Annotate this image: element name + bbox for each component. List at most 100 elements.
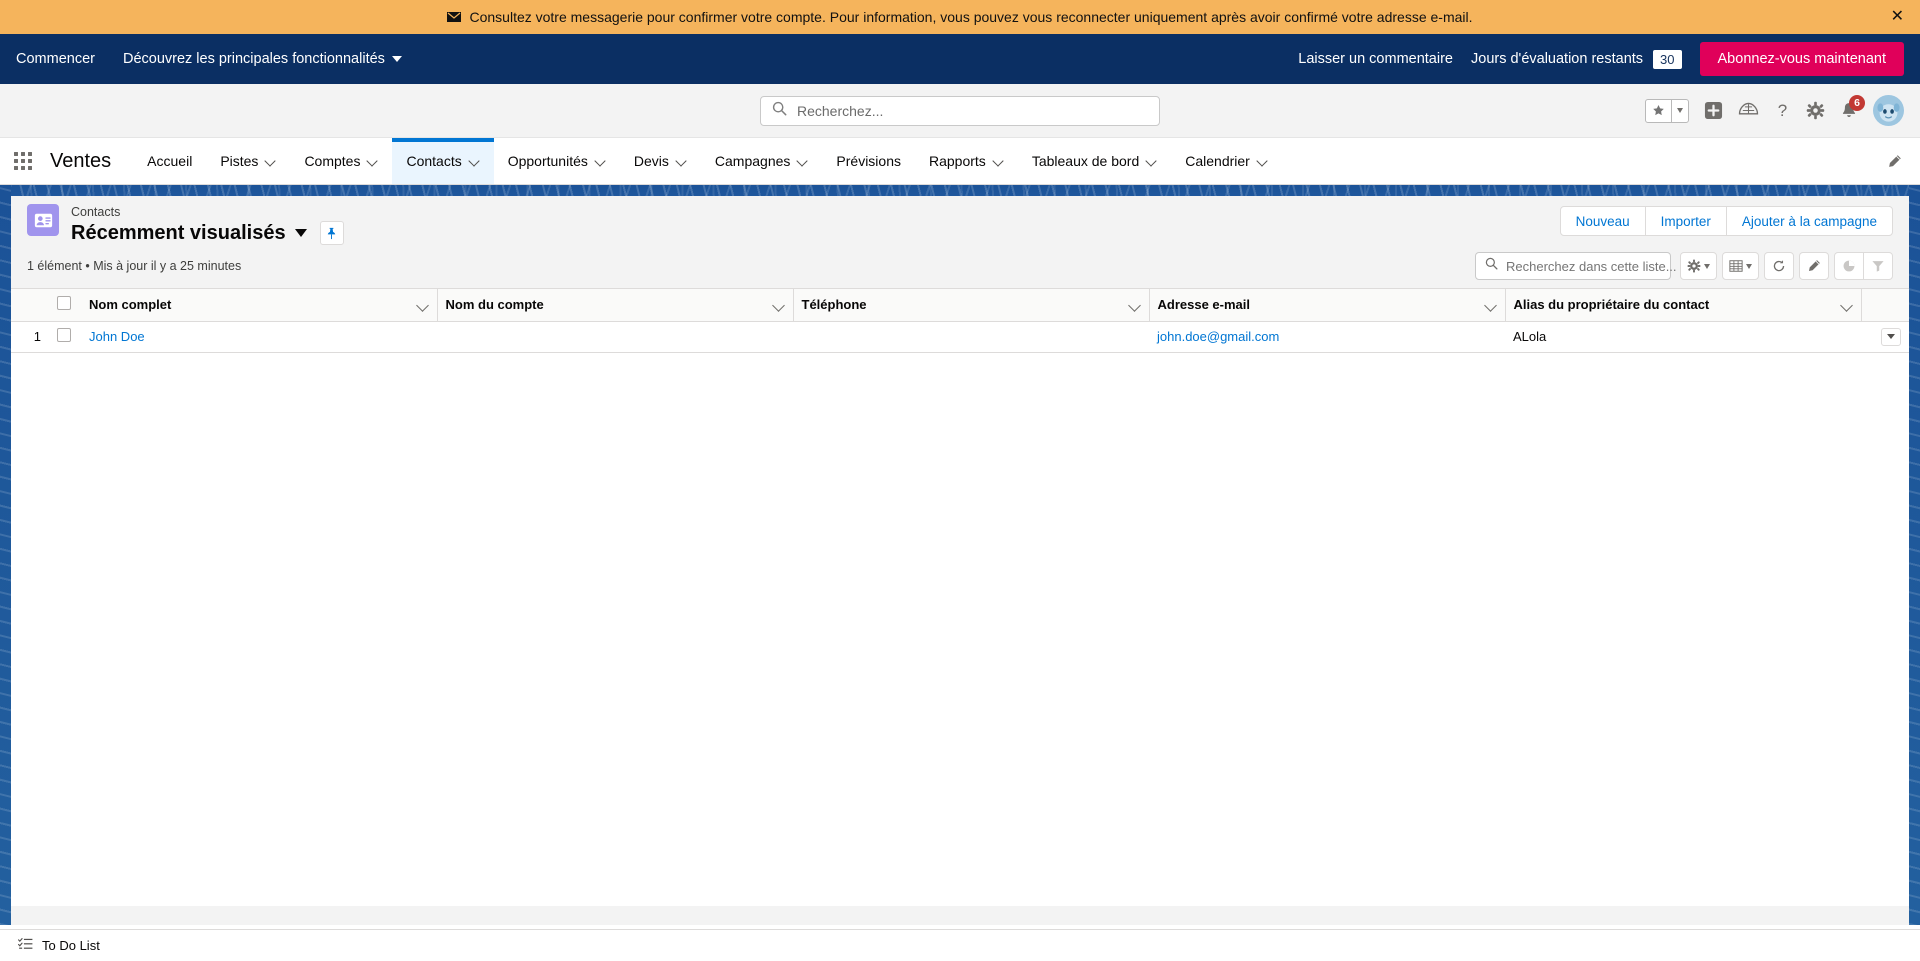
nav-item-label: Pistes — [220, 153, 259, 169]
app-navigation-bar: Ventes Accueil Pistes Comptes Contacts Oppor… — [0, 138, 1920, 185]
filter-button[interactable] — [1863, 252, 1893, 280]
nav-item-calendrier[interactable]: Calendrier — [1171, 138, 1282, 184]
nav-item-label: Prévisions — [836, 153, 901, 169]
list-search-input[interactable] — [1506, 258, 1682, 274]
global-header: ? 6 — [0, 84, 1920, 138]
chevron-down-icon[interactable] — [798, 156, 808, 166]
nav-item-rapports[interactable]: Rapports — [915, 138, 1018, 184]
notifications-bell-icon[interactable]: 6 — [1840, 95, 1865, 120]
select-all-header — [49, 289, 81, 322]
nav-item-opportunit-s[interactable]: Opportunités — [494, 138, 620, 184]
list-search[interactable] — [1475, 252, 1682, 280]
cell-email-link[interactable]: john.doe@gmail.com — [1157, 329, 1279, 344]
nav-item-contacts[interactable]: Contacts — [392, 138, 494, 184]
column-label: Nom complet — [89, 297, 172, 313]
list-view-name: Récemment visualisés — [71, 222, 286, 244]
discover-features-menu[interactable]: Découvrez les principales fonctionnalité… — [123, 51, 402, 67]
cell-phone — [793, 321, 1149, 353]
nouveau-button[interactable]: Nouveau — [1559, 206, 1646, 236]
global-search[interactable] — [760, 95, 1160, 126]
help-icon[interactable]: ? — [1774, 101, 1791, 120]
column-label: Alias du propriétaire du contact — [1513, 297, 1710, 313]
table-row[interactable]: 1 John Doe john.doe@gmail.com ALola — [11, 321, 1909, 353]
avatar[interactable] — [1873, 95, 1904, 126]
row-number-header — [11, 289, 49, 322]
nav-item-label: Calendrier — [1185, 153, 1250, 169]
nav-item-accueil[interactable]: Accueil — [133, 138, 206, 184]
ajouter-la-campagne-button[interactable]: Ajouter à la campagne — [1725, 206, 1893, 236]
utility-bar: To Do List — [0, 929, 1920, 961]
utility-item-to-do-list[interactable]: To Do List — [12, 937, 106, 954]
pin-list-view-button[interactable] — [319, 221, 344, 245]
chevron-down-icon[interactable] — [368, 156, 378, 166]
list-view-controls-button[interactable] — [1680, 252, 1717, 280]
list-view-container: Contacts Récemment visualisés Nouveau Im… — [11, 196, 1909, 906]
edit-navigation-pencil-icon[interactable] — [1887, 138, 1920, 184]
trial-bar: Commencer Découvrez les principales fonc… — [0, 34, 1920, 84]
row-select-cell — [49, 321, 81, 353]
add-icon[interactable] — [1704, 101, 1723, 120]
nav-item-list: Accueil Pistes Comptes Contacts Opportunités… — [133, 138, 1282, 184]
chevron-down-icon[interactable] — [470, 156, 480, 166]
chevron-down-icon[interactable] — [1147, 156, 1157, 166]
chevron-down-icon[interactable] — [773, 299, 785, 311]
row-checkbox[interactable] — [57, 328, 71, 342]
favorites-dropdown-icon[interactable] — [1671, 99, 1688, 122]
envelope-icon — [447, 12, 462, 22]
banner-close-icon[interactable]: ✕ — [1891, 9, 1904, 25]
notifications-badge: 6 — [1849, 95, 1865, 111]
utility-item-label: To Do List — [42, 938, 100, 953]
chevron-down-icon[interactable] — [417, 299, 429, 311]
column-header-owner-alias[interactable]: Alias du propriétaire du contact — [1505, 289, 1862, 322]
subscribe-button[interactable]: Abonnez-vous maintenant — [1699, 42, 1904, 76]
chevron-down-icon[interactable] — [1841, 299, 1853, 311]
display-as-table-button[interactable] — [1722, 252, 1759, 280]
nav-item-tableaux-de-bord[interactable]: Tableaux de bord — [1018, 138, 1171, 184]
chevron-down-icon[interactable] — [994, 156, 1004, 166]
nav-item-campagnes[interactable]: Campagnes — [701, 138, 823, 184]
leave-feedback-link[interactable]: Laisser un commentaire — [1298, 51, 1453, 67]
chevron-down-icon[interactable] — [1129, 299, 1141, 311]
nav-item-label: Devis — [633, 153, 669, 169]
app-launcher-icon[interactable] — [0, 138, 46, 184]
column-header-phone[interactable]: Téléphone — [793, 289, 1150, 322]
column-header-full-name[interactable]: Nom complet — [81, 289, 438, 322]
list-view-selector-chevron-down-icon[interactable] — [294, 229, 307, 237]
refresh-button[interactable] — [1764, 252, 1794, 280]
nav-item-comptes[interactable]: Comptes — [290, 138, 392, 184]
row-actions-button[interactable] — [1881, 327, 1901, 346]
cell-email[interactable]: john.doe@gmail.com — [1149, 321, 1505, 353]
nav-item-pistes[interactable]: Pistes — [206, 138, 290, 184]
row-actions-header — [1861, 289, 1909, 322]
favorites-group[interactable] — [1645, 98, 1689, 123]
column-header-account-name[interactable]: Nom du compte — [437, 289, 794, 322]
favorite-star-icon[interactable] — [1646, 100, 1671, 122]
decorative-rail-right — [1909, 185, 1920, 925]
gear-icon[interactable] — [1806, 101, 1825, 120]
edit-list-button[interactable] — [1799, 252, 1829, 280]
header-icon-group: ? 6 — [1645, 95, 1920, 126]
row-number: 1 — [11, 321, 49, 353]
svg-text:?: ? — [1778, 101, 1787, 120]
nav-item-pr-visions[interactable]: Prévisions — [822, 138, 915, 184]
chevron-down-icon[interactable] — [1485, 299, 1497, 311]
nav-item-label: Contacts — [406, 153, 462, 169]
nav-item-devis[interactable]: Devis — [620, 138, 701, 184]
select-all-checkbox[interactable] — [57, 296, 71, 311]
chevron-down-icon[interactable] — [1258, 156, 1268, 166]
get-started-link[interactable]: Commencer — [16, 51, 95, 67]
cell-full-name[interactable]: John Doe — [81, 321, 437, 353]
charts-button[interactable] — [1834, 252, 1864, 280]
chevron-down-icon[interactable] — [677, 156, 687, 166]
global-search-input[interactable] — [797, 102, 1148, 119]
cell-full-name-link[interactable]: John Doe — [89, 329, 145, 344]
column-label: Adresse e-mail — [1157, 297, 1251, 313]
search-icon — [1485, 257, 1498, 275]
chevron-down-icon[interactable] — [596, 156, 606, 166]
importer-button[interactable]: Importer — [1644, 206, 1727, 236]
chevron-down-icon[interactable] — [266, 156, 276, 166]
column-header-email[interactable]: Adresse e-mail — [1149, 289, 1506, 322]
cloud-setup-icon[interactable] — [1738, 102, 1759, 119]
nav-item-label: Comptes — [304, 153, 361, 169]
record-count-text: 1 élément • Mis à jour il y a 25 minutes — [27, 259, 242, 273]
